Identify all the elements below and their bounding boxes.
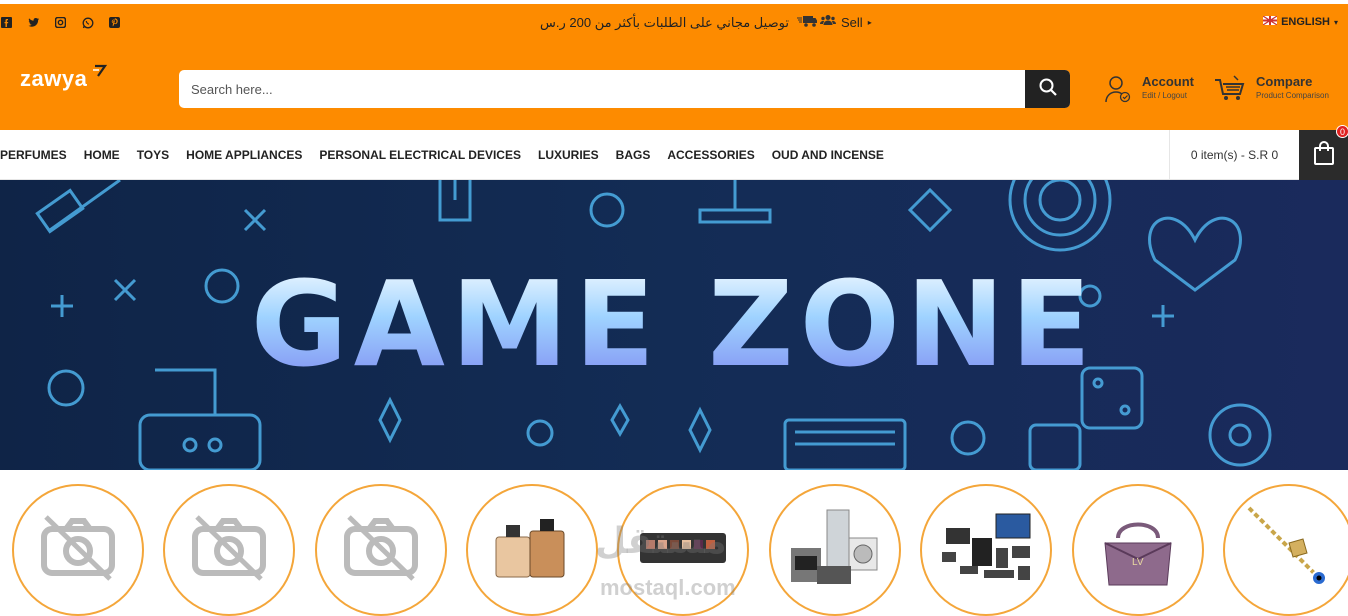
sell-link[interactable]: Sell ▸ xyxy=(820,14,872,30)
sell-label: Sell xyxy=(841,14,863,30)
search-bar xyxy=(179,70,1070,108)
site-logo[interactable]: zawya xyxy=(20,66,87,92)
free-delivery-promo: توصيل مجاني على الطلبات بأكثر من 200 ر.س xyxy=(540,14,817,31)
nav-menu: PERFUMES HOME TOYS HOME APPLIANCES PERSO… xyxy=(0,130,884,180)
perfume-image xyxy=(492,513,572,588)
whatsapp-icon[interactable] xyxy=(81,16,94,29)
language-selector[interactable]: ENGLISH ▾ xyxy=(1262,15,1338,28)
caret-right-icon: ▸ xyxy=(867,17,872,27)
category-circle[interactable] xyxy=(163,484,295,616)
watermark-url: mostaql.com xyxy=(600,575,736,600)
compare-subtitle: Product Comparison xyxy=(1256,91,1329,100)
site-header: توصيل مجاني على الطلبات بأكثر من 200 ر.س… xyxy=(0,4,1348,130)
category-circle-bags[interactable]: LV xyxy=(1072,484,1204,616)
shopping-bag-icon xyxy=(1313,140,1335,171)
compare-title: Compare xyxy=(1256,74,1313,89)
uk-flag-icon xyxy=(1262,15,1278,28)
compare-text: Compare Product Comparison xyxy=(1256,74,1329,107)
svg-text:LV: LV xyxy=(1132,557,1144,568)
nav-item-home-appliances[interactable]: HOME APPLIANCES xyxy=(186,148,302,162)
hero-banner[interactable]: GAME ZONE xyxy=(0,180,1348,470)
category-circle[interactable] xyxy=(12,484,144,616)
nav-item-luxuries[interactable]: LUXURIES xyxy=(538,148,599,162)
main-navigation: PERFUMES HOME TOYS HOME APPLIANCES PERSO… xyxy=(0,130,1348,180)
no-image-icon xyxy=(341,513,421,588)
search-icon xyxy=(1038,77,1058,102)
cart-total[interactable]: 0 item(s) - S.R 0 xyxy=(1169,130,1299,180)
watermark-arabic: مستقل xyxy=(595,520,727,561)
user-account-icon xyxy=(1104,74,1132,109)
category-circle-home-appliances[interactable] xyxy=(769,484,901,616)
compare-cart-icon xyxy=(1214,74,1246,107)
no-image-icon xyxy=(189,513,269,588)
compare-link[interactable]: Compare Product Comparison xyxy=(1214,74,1329,107)
delivery-truck-icon xyxy=(796,14,817,31)
search-button[interactable] xyxy=(1025,70,1070,108)
home-appliances-image xyxy=(787,508,883,593)
banner-title: GAME ZONE xyxy=(0,255,1348,393)
instagram-icon[interactable] xyxy=(54,16,67,29)
nav-item-perfumes[interactable]: PERFUMES xyxy=(0,148,67,162)
promo-text: توصيل مجاني على الطلبات بأكثر من 200 ر.س xyxy=(540,14,789,30)
account-text: Account Edit / Logout xyxy=(1142,74,1194,109)
category-circle-perfumes[interactable] xyxy=(466,484,598,616)
logo-swoosh-icon xyxy=(92,64,108,83)
nav-item-accessories[interactable]: ACCESSORIES xyxy=(667,148,754,162)
nav-item-oud-and-incense[interactable]: OUD AND INCENSE xyxy=(772,148,884,162)
social-links xyxy=(0,16,121,29)
account-title: Account xyxy=(1142,74,1194,89)
bracelet-image xyxy=(1239,498,1339,603)
nav-item-personal-electrical-devices[interactable]: PERSONAL ELECTRICAL DEVICES xyxy=(319,148,521,162)
nav-item-bags[interactable]: BAGS xyxy=(616,148,651,162)
handbag-image: LV xyxy=(1093,503,1183,598)
category-circle[interactable] xyxy=(315,484,447,616)
category-circle-accessories[interactable] xyxy=(1223,484,1348,616)
nav-item-home[interactable]: HOME xyxy=(84,148,120,162)
facebook-icon[interactable] xyxy=(0,16,13,29)
category-circle-electronics[interactable] xyxy=(920,484,1052,616)
cart-count-badge: 0 xyxy=(1336,125,1348,138)
twitter-icon[interactable] xyxy=(27,16,40,29)
caret-down-icon: ▾ xyxy=(1333,17,1338,27)
no-image-icon xyxy=(38,513,118,588)
account-link[interactable]: Account Edit / Logout xyxy=(1104,74,1194,109)
nav-item-toys[interactable]: TOYS xyxy=(137,148,169,162)
language-label: ENGLISH xyxy=(1281,16,1330,28)
account-subtitle: Edit / Logout xyxy=(1142,91,1187,100)
electronics-image xyxy=(936,508,1036,593)
search-input[interactable] xyxy=(191,70,1011,108)
pinterest-icon[interactable] xyxy=(108,16,121,29)
users-icon xyxy=(820,14,836,30)
